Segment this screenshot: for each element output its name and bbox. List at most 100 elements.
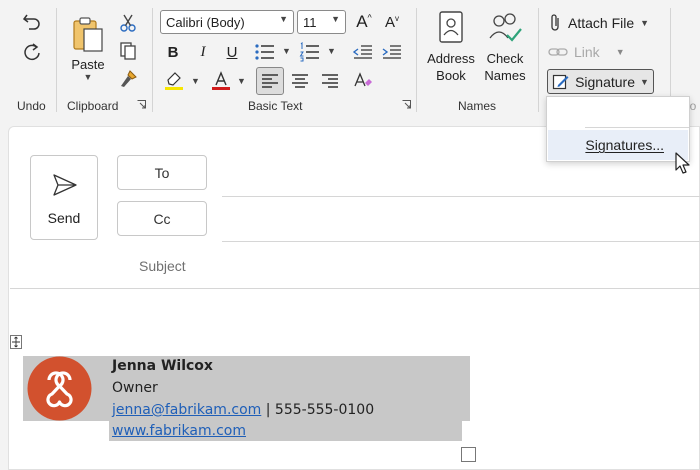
bullets-icon (255, 44, 274, 60)
subject-underline (10, 288, 700, 289)
chevron-down-icon: ▼ (640, 76, 649, 87)
signature-button[interactable]: Signature ▼ (547, 69, 654, 94)
italic-icon: I (200, 43, 206, 60)
subject-input[interactable] (222, 250, 692, 286)
separator (152, 8, 153, 112)
attach-file-button[interactable]: Attach File ▼ (548, 11, 649, 35)
bold-button[interactable]: B (161, 40, 185, 64)
basic-text-group-label: Basic Text (248, 99, 303, 113)
cc-input[interactable] (222, 203, 692, 240)
check-names-button[interactable]: Check Names (480, 10, 530, 90)
italic-button[interactable]: I (191, 40, 215, 64)
link-button[interactable]: Link ▼ (548, 40, 625, 64)
signature-title: Owner (112, 380, 158, 396)
align-left-icon (262, 74, 278, 88)
clipboard-group-label: Clipboard (67, 99, 119, 113)
copy-icon (120, 42, 136, 60)
check-names-label-1: Check (486, 51, 524, 66)
align-right-button[interactable] (318, 69, 342, 93)
font-color-button[interactable] (209, 69, 233, 93)
subject-label: Subject (139, 258, 186, 274)
redo-button[interactable] (20, 40, 44, 64)
font-name-combo[interactable]: Calibri (Body) ▼ (160, 10, 294, 34)
font-color-icon (212, 71, 230, 90)
send-icon (53, 174, 77, 196)
signature-separator: | (261, 402, 275, 418)
separator (56, 8, 57, 112)
clear-formatting-button[interactable] (351, 69, 375, 93)
increase-indent-button[interactable] (380, 40, 404, 64)
highlight-button[interactable] (162, 69, 186, 93)
align-center-button[interactable] (288, 69, 312, 93)
shrink-font-button[interactable]: Av (380, 10, 404, 34)
underline-button[interactable]: U (220, 40, 244, 64)
highlighter-icon (165, 72, 183, 90)
font-size-combo[interactable]: 11 ▼ (297, 10, 346, 34)
undo-button[interactable] (20, 10, 44, 34)
table-resize-handle[interactable] (461, 447, 476, 462)
font-size-value: 11 (303, 14, 317, 30)
link-label: Link (574, 44, 600, 60)
chevron-down-icon[interactable]: ▼ (237, 76, 246, 86)
dialog-launcher-icon[interactable] (137, 100, 146, 109)
paperclip-icon (551, 14, 559, 31)
signatures-menu-item[interactable]: Signatures... (548, 130, 688, 160)
signature-email-link[interactable]: jenna@fabrikam.com (112, 402, 261, 418)
check-names-icon (489, 13, 522, 42)
to-input[interactable] (222, 157, 692, 194)
bullets-button[interactable] (253, 40, 277, 64)
chevron-down-icon: ▼ (640, 18, 650, 28)
company-logo (27, 356, 92, 421)
mouse-cursor-icon (675, 152, 690, 174)
clear-formatting-icon (354, 72, 372, 87)
dialog-launcher-icon[interactable] (402, 100, 411, 109)
signature-block[interactable]: Jenna Wilcox Owner jenna@fabrikam.com | … (23, 356, 470, 421)
decrease-indent-button[interactable] (351, 40, 375, 64)
paste-icon (73, 16, 103, 52)
signature-name: Jenna Wilcox (112, 358, 213, 374)
chevron-down-icon[interactable]: ▼ (191, 76, 200, 86)
to-button[interactable]: To (117, 155, 207, 190)
align-left-button[interactable] (256, 67, 284, 95)
numbering-button[interactable] (298, 40, 322, 64)
table-move-handle[interactable] (10, 335, 22, 349)
undo-group-label: Undo (17, 99, 46, 113)
menu-separator (585, 127, 689, 128)
to-field-underline (222, 196, 700, 197)
align-center-icon (292, 74, 308, 88)
chevron-down-icon: ▼ (331, 14, 340, 24)
address-book-label-2: Book (436, 68, 466, 83)
scissors-icon (120, 14, 136, 32)
signature-dropdown-menu: Signatures... (546, 96, 690, 162)
signature-phone: 555-555-0100 (274, 402, 375, 418)
chevron-down-icon[interactable]: ▼ (282, 46, 291, 56)
increase-indent-icon (382, 45, 401, 59)
send-button[interactable]: Send (30, 155, 98, 240)
undo-icon (22, 14, 40, 30)
check-names-label-2: Names (484, 68, 526, 83)
paste-label: Paste (71, 56, 105, 72)
shrink-font-icon: Av (384, 13, 399, 31)
cut-button[interactable] (116, 11, 140, 35)
numbering-icon (299, 42, 319, 62)
signature-website-link[interactable]: www.fabrikam.com (112, 423, 246, 439)
font-name-value: Calibri (Body) (166, 14, 245, 30)
chevron-down-icon: ▼ (615, 47, 625, 57)
grow-font-button[interactable]: A^ (352, 10, 376, 34)
chevron-down-icon: ▼ (83, 71, 93, 82)
copy-button[interactable] (116, 39, 140, 63)
send-label: Send (47, 210, 81, 226)
address-book-button[interactable]: Address Book (424, 10, 478, 90)
names-group-label: Names (458, 99, 497, 113)
attach-file-label: Attach File (568, 15, 635, 31)
chevron-down-icon[interactable]: ▼ (327, 46, 336, 56)
signatures-menu-item-label: Signatures... (585, 137, 664, 153)
align-right-icon (322, 74, 338, 88)
link-icon (548, 48, 568, 56)
cc-button[interactable]: Cc (117, 201, 207, 236)
grow-font-icon: A^ (356, 12, 372, 31)
paste-button[interactable]: Paste ▼ (66, 8, 110, 88)
format-painter-button[interactable] (116, 67, 140, 91)
chevron-down-icon: ▼ (279, 14, 288, 24)
address-book-label-1: Address (427, 51, 475, 66)
